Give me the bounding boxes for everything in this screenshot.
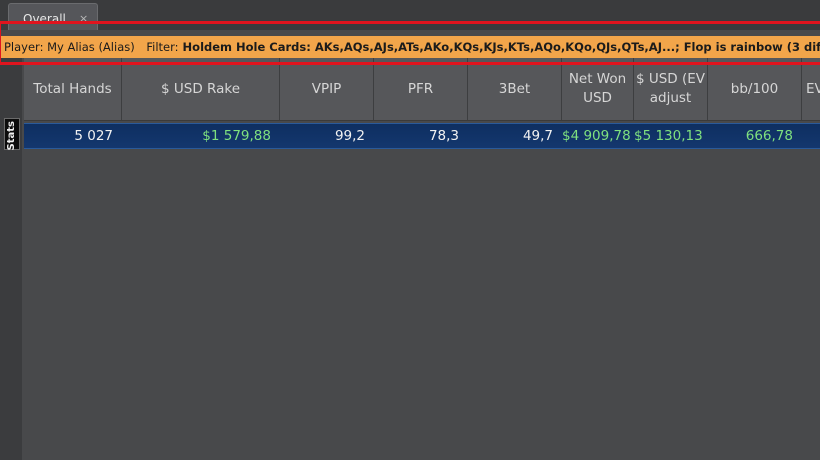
table-row[interactable]: 5 027 $1 579,88 99,2 78,3 49,7 $4 909,78…	[24, 123, 820, 149]
col-bb100[interactable]: bb/100	[708, 58, 802, 120]
col-3bet[interactable]: 3Bet	[468, 58, 562, 120]
stats-side-tab[interactable]: Stats	[4, 118, 20, 150]
side-panel: Stats	[0, 58, 22, 460]
cell-total-hands: 5 027	[74, 128, 113, 144]
cell-bb100: 666,78	[745, 128, 793, 144]
stats-grid: Total Hands $ USD Rake VPIP PFR 3Bet Net…	[24, 58, 820, 460]
cell-ev	[802, 124, 820, 148]
side-tab-label: Stats	[6, 121, 17, 151]
cell-usd-ev: $5 130,13	[634, 128, 703, 144]
highlight-box	[0, 21, 820, 65]
cell-3bet: 49,7	[522, 128, 553, 144]
col-pfr[interactable]: PFR	[374, 58, 468, 120]
col-usd-ev[interactable]: $ USD (EV adjust	[634, 58, 708, 120]
cell-usd-rake: $1 579,88	[202, 128, 271, 144]
col-vpip[interactable]: VPIP	[280, 58, 374, 120]
col-ev[interactable]: EV	[802, 58, 820, 120]
cell-vpip: 99,2	[334, 128, 365, 144]
cell-net-won: $4 909,78	[562, 128, 631, 144]
col-net-won[interactable]: Net Won USD	[562, 58, 634, 120]
grid-header: Total Hands $ USD Rake VPIP PFR 3Bet Net…	[24, 58, 820, 121]
col-usd-rake[interactable]: $ USD Rake	[122, 58, 280, 120]
col-total-hands[interactable]: Total Hands	[24, 58, 122, 120]
cell-pfr: 78,3	[428, 128, 459, 144]
